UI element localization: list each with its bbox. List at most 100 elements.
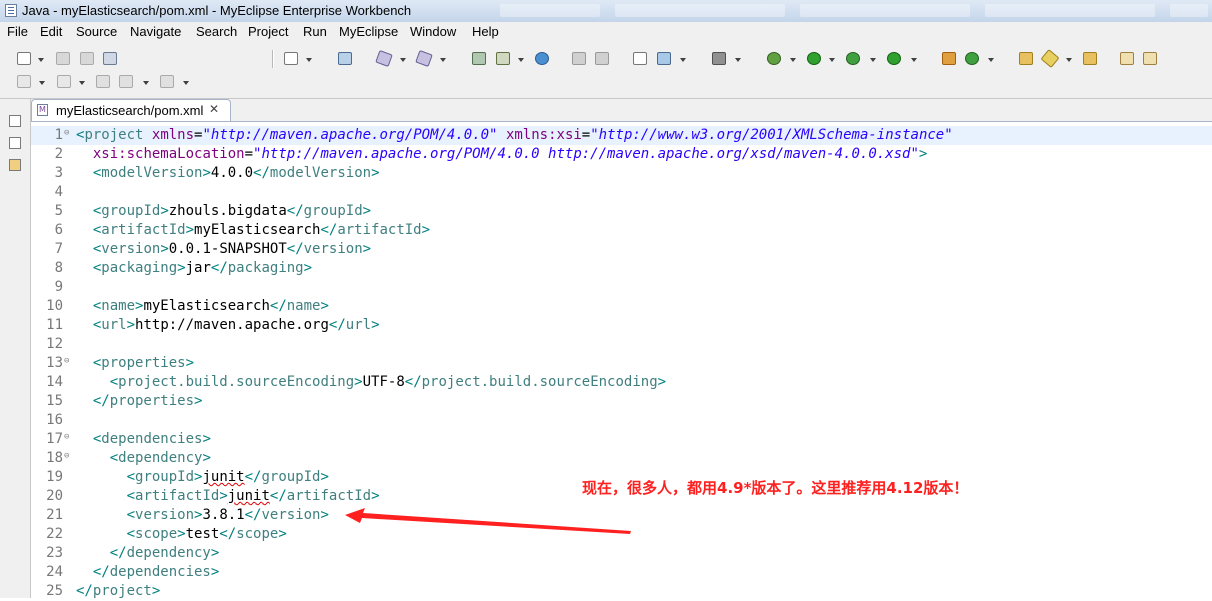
window-title: Java - myElasticsearch/pom.xml - MyEclip… <box>22 3 412 18</box>
menu-search[interactable]: Search <box>196 24 237 39</box>
pin-icon[interactable] <box>1040 49 1060 68</box>
package-explorer-icon[interactable] <box>9 137 21 149</box>
code-line[interactable]: 6 <artifactId>myElasticsearch</artifactI… <box>31 221 1212 240</box>
bookmark-icon[interactable] <box>1142 51 1159 67</box>
chevron-down-icon[interactable] <box>38 58 44 62</box>
line-number: 17 <box>46 431 63 447</box>
line-number: 4 <box>54 184 63 200</box>
chevron-down-icon[interactable] <box>183 81 189 85</box>
refactor-icon[interactable] <box>594 51 611 67</box>
code-line[interactable]: 9 <box>31 278 1212 297</box>
chevron-down-icon[interactable] <box>870 58 876 62</box>
menu-edit[interactable]: Edit <box>40 24 62 39</box>
server-icon[interactable] <box>495 51 512 67</box>
web-browser-icon[interactable] <box>337 51 354 67</box>
synchronize-icon[interactable] <box>964 51 981 67</box>
code-line[interactable]: 11 <url>http://maven.apache.org</url> <box>31 316 1212 335</box>
menu-help[interactable]: Help <box>472 24 499 39</box>
coverage-icon[interactable] <box>845 51 862 67</box>
code-line[interactable]: 1 ⊖ <project xmlns="http://maven.apache.or… <box>31 126 1212 145</box>
code-line[interactable]: 7 <version>0.0.1-SNAPSHOT</version> <box>31 240 1212 259</box>
chevron-down-icon[interactable] <box>829 58 835 62</box>
menu-myeclipse[interactable]: MyEclipse <box>339 24 398 39</box>
debug-icon[interactable] <box>766 51 783 67</box>
editor-tab-pom-xml[interactable]: M myElasticsearch/pom.xml ✕ <box>31 99 231 121</box>
save-all-icon[interactable] <box>79 51 96 67</box>
code-text: <modelVersion>4.0.0</modelVersion> <box>92 165 380 181</box>
chevron-down-icon[interactable] <box>400 58 406 62</box>
line-number: 10 <box>46 298 63 314</box>
menu-source[interactable]: Source <box>76 24 117 39</box>
chevron-down-icon[interactable] <box>306 58 312 62</box>
prev-annotation-icon[interactable] <box>56 74 73 90</box>
save-icon[interactable] <box>55 51 72 67</box>
chevron-down-icon[interactable] <box>911 58 917 62</box>
chevron-down-icon[interactable] <box>143 81 149 85</box>
new-ejb-icon[interactable] <box>375 49 393 68</box>
annotate-icon[interactable] <box>1082 51 1099 67</box>
chevron-down-icon[interactable] <box>79 81 85 85</box>
background-window-ghost <box>1170 4 1208 17</box>
task-icon[interactable] <box>1119 51 1136 67</box>
chevron-down-icon[interactable] <box>1066 58 1072 62</box>
forward-icon[interactable] <box>159 74 176 90</box>
package-icon[interactable] <box>656 51 673 67</box>
globe-icon[interactable] <box>534 51 551 67</box>
line-number: 6 <box>54 222 63 238</box>
fold-toggle-icon[interactable]: ⊖ <box>64 428 69 447</box>
chevron-down-icon[interactable] <box>790 58 796 62</box>
code-line[interactable]: 16 <box>31 411 1212 430</box>
external-tools-icon[interactable] <box>886 51 903 67</box>
code-line[interactable]: 4 <box>31 183 1212 202</box>
code-line[interactable]: 17 ⊖ <dependencies> <box>31 430 1212 449</box>
next-annotation-icon[interactable] <box>16 74 33 90</box>
menu-navigate[interactable]: Navigate <box>130 24 181 39</box>
chevron-down-icon[interactable] <box>988 58 994 62</box>
menu-file[interactable]: File <box>7 24 28 39</box>
code-line[interactable]: 14 <project.build.sourceEncoding>UTF-8</… <box>31 373 1212 392</box>
line-number: 24 <box>46 564 63 580</box>
menu-bar: File Edit Source Navigate Search Project… <box>0 22 1212 42</box>
code-line[interactable]: 2 xsi:schemaLocation="http://maven.apach… <box>31 145 1212 164</box>
fold-toggle-icon[interactable]: ⊖ <box>64 352 69 371</box>
browser-icon[interactable] <box>711 51 728 67</box>
open-type-icon[interactable] <box>283 51 300 67</box>
chevron-down-icon[interactable] <box>735 58 741 62</box>
code-line[interactable]: 23 </dependency> <box>31 544 1212 563</box>
menu-run[interactable]: Run <box>303 24 327 39</box>
code-line[interactable]: 12 <box>31 335 1212 354</box>
folder-icon[interactable] <box>1018 51 1035 67</box>
new-web-project-icon[interactable] <box>415 49 433 68</box>
code-line[interactable]: 10 <name>myElasticsearch</name> <box>31 297 1212 316</box>
chevron-down-icon[interactable] <box>680 58 686 62</box>
chevron-down-icon[interactable] <box>440 58 446 62</box>
deploy-icon[interactable] <box>471 51 488 67</box>
outline-icon[interactable] <box>9 159 21 171</box>
run-icon[interactable] <box>806 51 823 67</box>
print-icon[interactable] <box>102 51 119 67</box>
back-icon[interactable] <box>95 74 112 90</box>
code-line[interactable]: 5 <groupId>zhouls.bigdata</groupId> <box>31 202 1212 221</box>
fold-toggle-icon[interactable]: ⊖ <box>64 124 69 143</box>
back-icon[interactable] <box>118 74 135 90</box>
code-line[interactable]: 13 ⊖ <properties> <box>31 354 1212 373</box>
code-line[interactable]: 15 </properties> <box>31 392 1212 411</box>
code-text: </project> <box>76 583 161 599</box>
code-line[interactable]: 25 </project> <box>31 582 1212 601</box>
code-line[interactable]: 18 ⊖ <dependency> <box>31 449 1212 468</box>
restore-icon[interactable] <box>9 115 21 127</box>
menu-project[interactable]: Project <box>248 24 288 39</box>
wizard-icon[interactable] <box>632 51 649 67</box>
menu-window[interactable]: Window <box>410 24 456 39</box>
close-icon[interactable]: ✕ <box>209 102 219 116</box>
team-icon[interactable] <box>941 51 958 67</box>
new-icon[interactable] <box>16 51 33 67</box>
code-line[interactable]: 8 <packaging>jar</packaging> <box>31 259 1212 278</box>
open-perspective-icon[interactable] <box>571 51 588 67</box>
code-line[interactable]: 3 <modelVersion>4.0.0</modelVersion> <box>31 164 1212 183</box>
chevron-down-icon[interactable] <box>39 81 45 85</box>
fold-toggle-icon[interactable]: ⊖ <box>64 447 69 466</box>
code-text: <properties> <box>92 355 195 371</box>
chevron-down-icon[interactable] <box>518 58 524 62</box>
code-line[interactable]: 24 </dependencies> <box>31 563 1212 582</box>
